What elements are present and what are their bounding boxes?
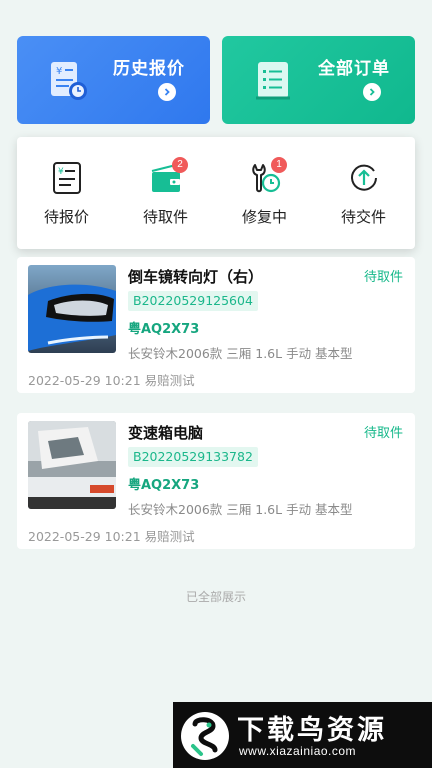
- tab-label: 待报价: [43, 208, 89, 226]
- tab-label: 修复中: [241, 208, 287, 226]
- pickup-count-badge: 2: [172, 157, 188, 173]
- repairing-count-badge: 1: [271, 157, 287, 173]
- chevron-right-icon[interactable]: [363, 83, 381, 101]
- order-number: B20220529133782: [128, 447, 258, 467]
- order-number: B20220529125604: [128, 291, 258, 311]
- all-orders-icon: [256, 62, 290, 100]
- order-meta: 2022-05-29 10:21 易赔测试: [28, 529, 195, 544]
- all-orders-card[interactable]: 全部订单: [222, 36, 415, 124]
- tab-label: 待交件: [340, 208, 386, 226]
- all-orders-label: 全部订单: [318, 59, 390, 79]
- watermark-title: 下载鸟资源: [237, 715, 387, 746]
- vehicle-model: 长安铃木2006款 三厢 1.6L 手动 基本型: [128, 502, 353, 517]
- part-photo: [28, 265, 116, 353]
- tab-label: 待取件: [142, 208, 188, 226]
- order-card[interactable]: 变速箱电脑 待取件 B20220529133782 粤AQ2X73 长安铃木20…: [17, 413, 415, 549]
- pending-quote-icon: ¥: [51, 161, 83, 195]
- order-status-panel: ¥ 待报价 2 待取件 1 修复中 待交件: [17, 137, 415, 249]
- plate-number: 粤AQ2X73: [128, 478, 200, 493]
- watermark: 下载鸟资源 www.xiazainiao.com: [173, 702, 432, 768]
- repairing-icon: 1: [249, 157, 287, 195]
- svg-text:¥: ¥: [58, 167, 64, 177]
- list-end-note: 已全部展示: [185, 590, 246, 604]
- svg-text:¥: ¥: [56, 66, 62, 77]
- pending-pickup-icon: 2: [150, 157, 188, 195]
- order-title: 变速箱电脑: [128, 424, 204, 442]
- tab-repairing[interactable]: 1 修复中: [215, 137, 314, 249]
- quote-history-icon: ¥: [51, 62, 87, 100]
- plate-number: 粤AQ2X73: [128, 322, 200, 337]
- watermark-logo-icon: [181, 712, 229, 760]
- shortcut-cards: ¥ 历史报价 全部订单: [17, 36, 415, 124]
- order-card[interactable]: 倒车镜转向灯（右） 待取件 B20220529125604 粤AQ2X73 长安…: [17, 257, 415, 393]
- chevron-right-icon[interactable]: [158, 83, 176, 101]
- order-meta: 2022-05-29 10:21 易赔测试: [28, 373, 195, 388]
- order-title: 倒车镜转向灯（右）: [128, 268, 264, 286]
- vehicle-model: 长安铃木2006款 三厢 1.6L 手动 基本型: [128, 346, 353, 361]
- tab-pending-pickup[interactable]: 2 待取件: [116, 137, 215, 249]
- part-photo: [28, 421, 116, 509]
- status-badge: 待取件: [363, 270, 403, 285]
- tab-pending-delivery[interactable]: 待交件: [314, 137, 413, 249]
- watermark-url: www.xiazainiao.com: [239, 744, 357, 758]
- tab-pending-quote[interactable]: ¥ 待报价: [17, 137, 116, 249]
- quote-history-label: 历史报价: [113, 59, 185, 79]
- pending-delivery-icon: [348, 161, 380, 195]
- quote-history-card[interactable]: ¥ 历史报价: [17, 36, 210, 124]
- status-badge: 待取件: [363, 426, 403, 441]
